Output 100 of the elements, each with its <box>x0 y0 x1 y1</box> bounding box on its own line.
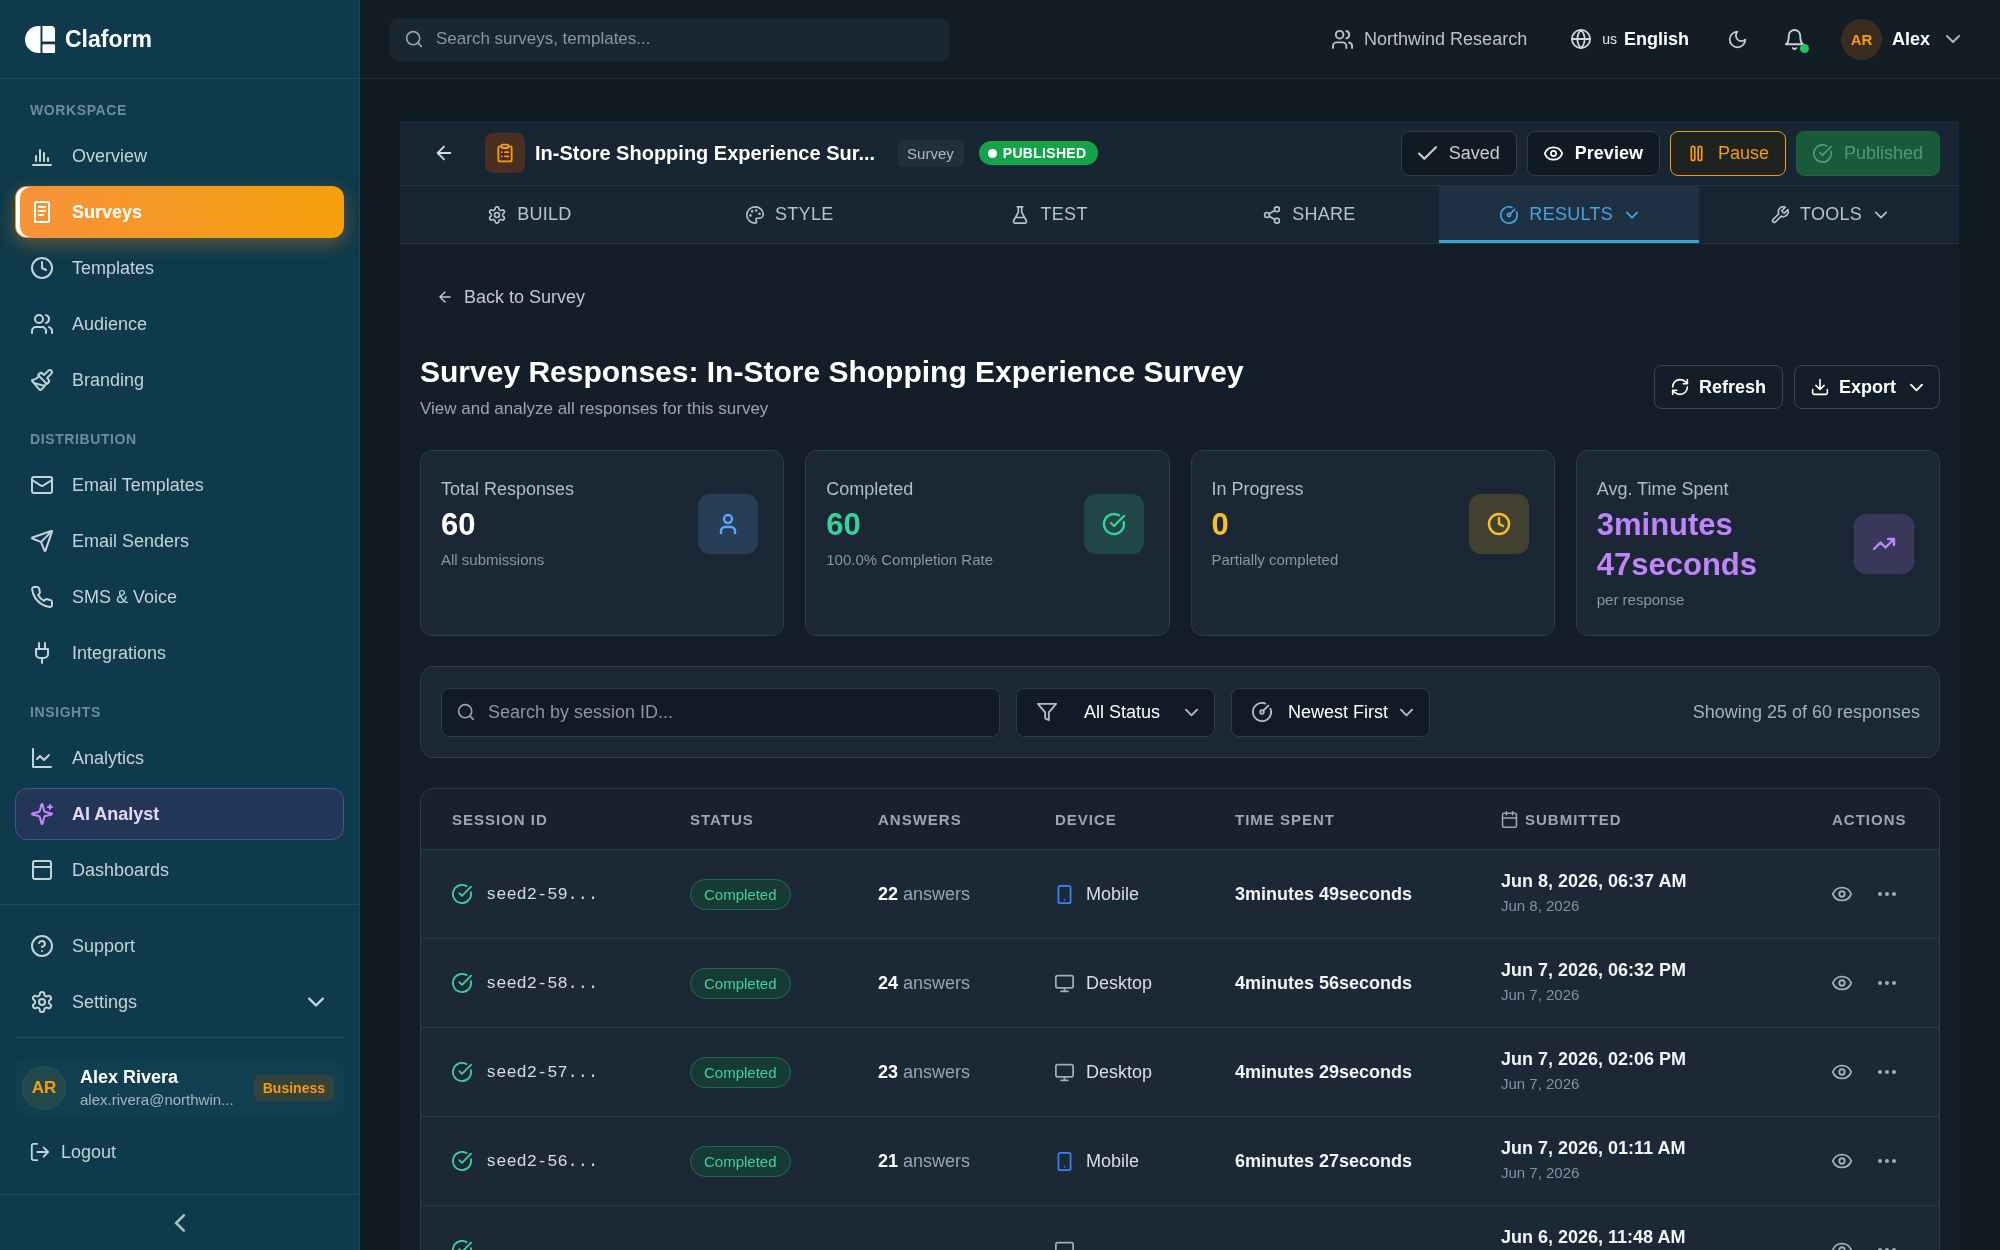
header-action-button[interactable]: Refresh <box>1653 365 1783 409</box>
column-header: STATUS <box>690 810 754 828</box>
user-card[interactable]: AR Alex Rivera alex.rivera@northwin... Business <box>15 1059 344 1116</box>
warning-action-button[interactable]: Pause <box>1669 130 1786 176</box>
type-badge: Survey <box>897 139 964 167</box>
nav-item[interactable]: SMS & Voice <box>15 571 344 623</box>
smartphone-icon <box>1055 1151 1074 1171</box>
monitor-icon <box>1055 1062 1074 1082</box>
nav-item[interactable]: Integrations <box>15 627 344 679</box>
funnel-icon <box>1037 702 1057 722</box>
settings-icon <box>31 991 53 1013</box>
palette-icon <box>745 205 764 224</box>
help-icon <box>31 935 53 957</box>
check-circle-icon <box>452 973 472 993</box>
status-badge: Completed <box>690 1145 791 1177</box>
nav-item[interactable]: Support <box>15 920 344 972</box>
search-icon <box>405 30 423 48</box>
user-menu[interactable]: AR Alex <box>1840 18 1960 60</box>
stat-value: 60 <box>826 506 862 544</box>
line-chart-icon <box>31 747 53 769</box>
column-header: SUBMITTED <box>1525 810 1622 828</box>
stat-note: 100.0% Completion Rate <box>826 551 994 569</box>
moon-icon[interactable] <box>1727 29 1747 49</box>
nav-item[interactable]: Overview <box>15 130 344 182</box>
more-icon[interactable] <box>1878 1069 1896 1075</box>
logout-button[interactable]: Logout <box>15 1126 344 1178</box>
tab[interactable]: TOOLS <box>1699 186 1959 243</box>
answer-count: 22 answers <box>878 883 971 905</box>
clock-icon <box>1468 493 1529 554</box>
refresh-icon <box>1670 378 1689 396</box>
stat-note: per response <box>1596 591 1686 609</box>
view-eye-icon[interactable] <box>1832 973 1852 993</box>
column-header: DEVICE <box>1055 810 1117 828</box>
document-icon <box>31 201 53 223</box>
tab[interactable]: BUILD <box>400 186 660 243</box>
time-spent: 4minutes 29seconds <box>1235 1061 1413 1083</box>
gear-icon <box>488 205 507 224</box>
nav-item[interactable]: Dashboards <box>15 844 344 896</box>
survey-title: In-Store Shopping Experience Sur... <box>535 141 876 165</box>
submitted-date: Jun 7, 2026 <box>1501 1164 1580 1182</box>
time-spent: 3minutes 49seconds <box>1235 883 1413 905</box>
nav-item[interactable]: Templates <box>15 242 344 294</box>
back-arrow-icon[interactable] <box>434 143 454 163</box>
download-icon <box>1811 378 1829 396</box>
paintbrush-icon <box>31 369 53 391</box>
nav-item[interactable]: Email Senders <box>15 515 344 567</box>
more-icon[interactable] <box>1878 891 1896 897</box>
more-icon[interactable] <box>1878 1158 1896 1164</box>
answer-count: 21 answers <box>878 1150 971 1172</box>
avatar: AR <box>1840 18 1882 60</box>
view-eye-icon[interactable] <box>1832 1151 1852 1171</box>
column-header: TIME SPENT <box>1235 810 1335 828</box>
session-search-field[interactable]: Search by session ID... <box>441 687 1000 737</box>
sort-dropdown[interactable]: Newest First <box>1231 687 1430 737</box>
avatar: AR <box>22 1065 66 1110</box>
check-circle-icon <box>1812 143 1832 163</box>
search-icon <box>457 703 475 721</box>
status-action-button[interactable]: Saved <box>1400 130 1517 176</box>
header-action-button[interactable]: Export <box>1794 365 1940 409</box>
tab[interactable]: SHARE <box>1179 186 1440 243</box>
language-selector[interactable]: us English <box>1571 28 1689 50</box>
global-search-field[interactable]: Search surveys, templates... <box>390 17 949 61</box>
nav-item[interactable]: Branding <box>15 354 344 406</box>
workspace-switcher[interactable]: Northwind Research <box>1332 28 1528 50</box>
flask-icon <box>1011 205 1030 224</box>
check-circle-icon <box>452 884 472 904</box>
nav-item[interactable]: Audience <box>15 298 344 350</box>
submitted-date: Jun 7, 2026 <box>1501 986 1580 1004</box>
back-arrow-icon <box>437 289 453 305</box>
clipboard-icon <box>485 133 525 173</box>
view-eye-icon[interactable] <box>1832 1062 1852 1082</box>
nav-item[interactable]: Analytics <box>15 732 344 784</box>
notification-bell-icon[interactable] <box>1783 28 1805 50</box>
session-id: seed2-57... <box>486 1062 599 1082</box>
logo-icon <box>25 23 56 55</box>
tab[interactable]: STYLE <box>659 186 920 243</box>
people-icon <box>31 313 53 335</box>
stat-value: 60 <box>441 506 477 544</box>
plan-badge: Business <box>253 1074 334 1101</box>
status-badge: Completed <box>690 878 791 910</box>
more-icon[interactable] <box>1878 980 1896 986</box>
logout-icon <box>30 1142 50 1162</box>
status-filter-dropdown[interactable]: All Status <box>1016 687 1215 737</box>
user-name: Alex Rivera <box>80 1066 180 1088</box>
nav-item[interactable]: Email Templates <box>15 459 344 511</box>
nav-item[interactable]: Settings <box>15 976 344 1028</box>
people-icon <box>1332 28 1354 50</box>
gauge-icon <box>1500 205 1519 224</box>
check-circle-icon <box>452 1062 472 1082</box>
window-icon <box>31 859 53 881</box>
page-subtitle: View and analyze all responses for this survey <box>420 398 770 420</box>
tab[interactable]: TEST <box>919 186 1180 243</box>
session-id: seed2-56... <box>486 1151 599 1171</box>
secondary-action-button[interactable]: Preview <box>1526 130 1660 176</box>
nav-item[interactable]: AI Analyst <box>15 788 344 840</box>
clock-icon <box>31 257 53 279</box>
view-eye-icon[interactable] <box>1832 884 1852 904</box>
section-label: WORKSPACE <box>29 101 128 119</box>
back-link[interactable]: Back to Survey <box>420 287 586 307</box>
tab[interactable]: RESULTS <box>1439 186 1700 243</box>
